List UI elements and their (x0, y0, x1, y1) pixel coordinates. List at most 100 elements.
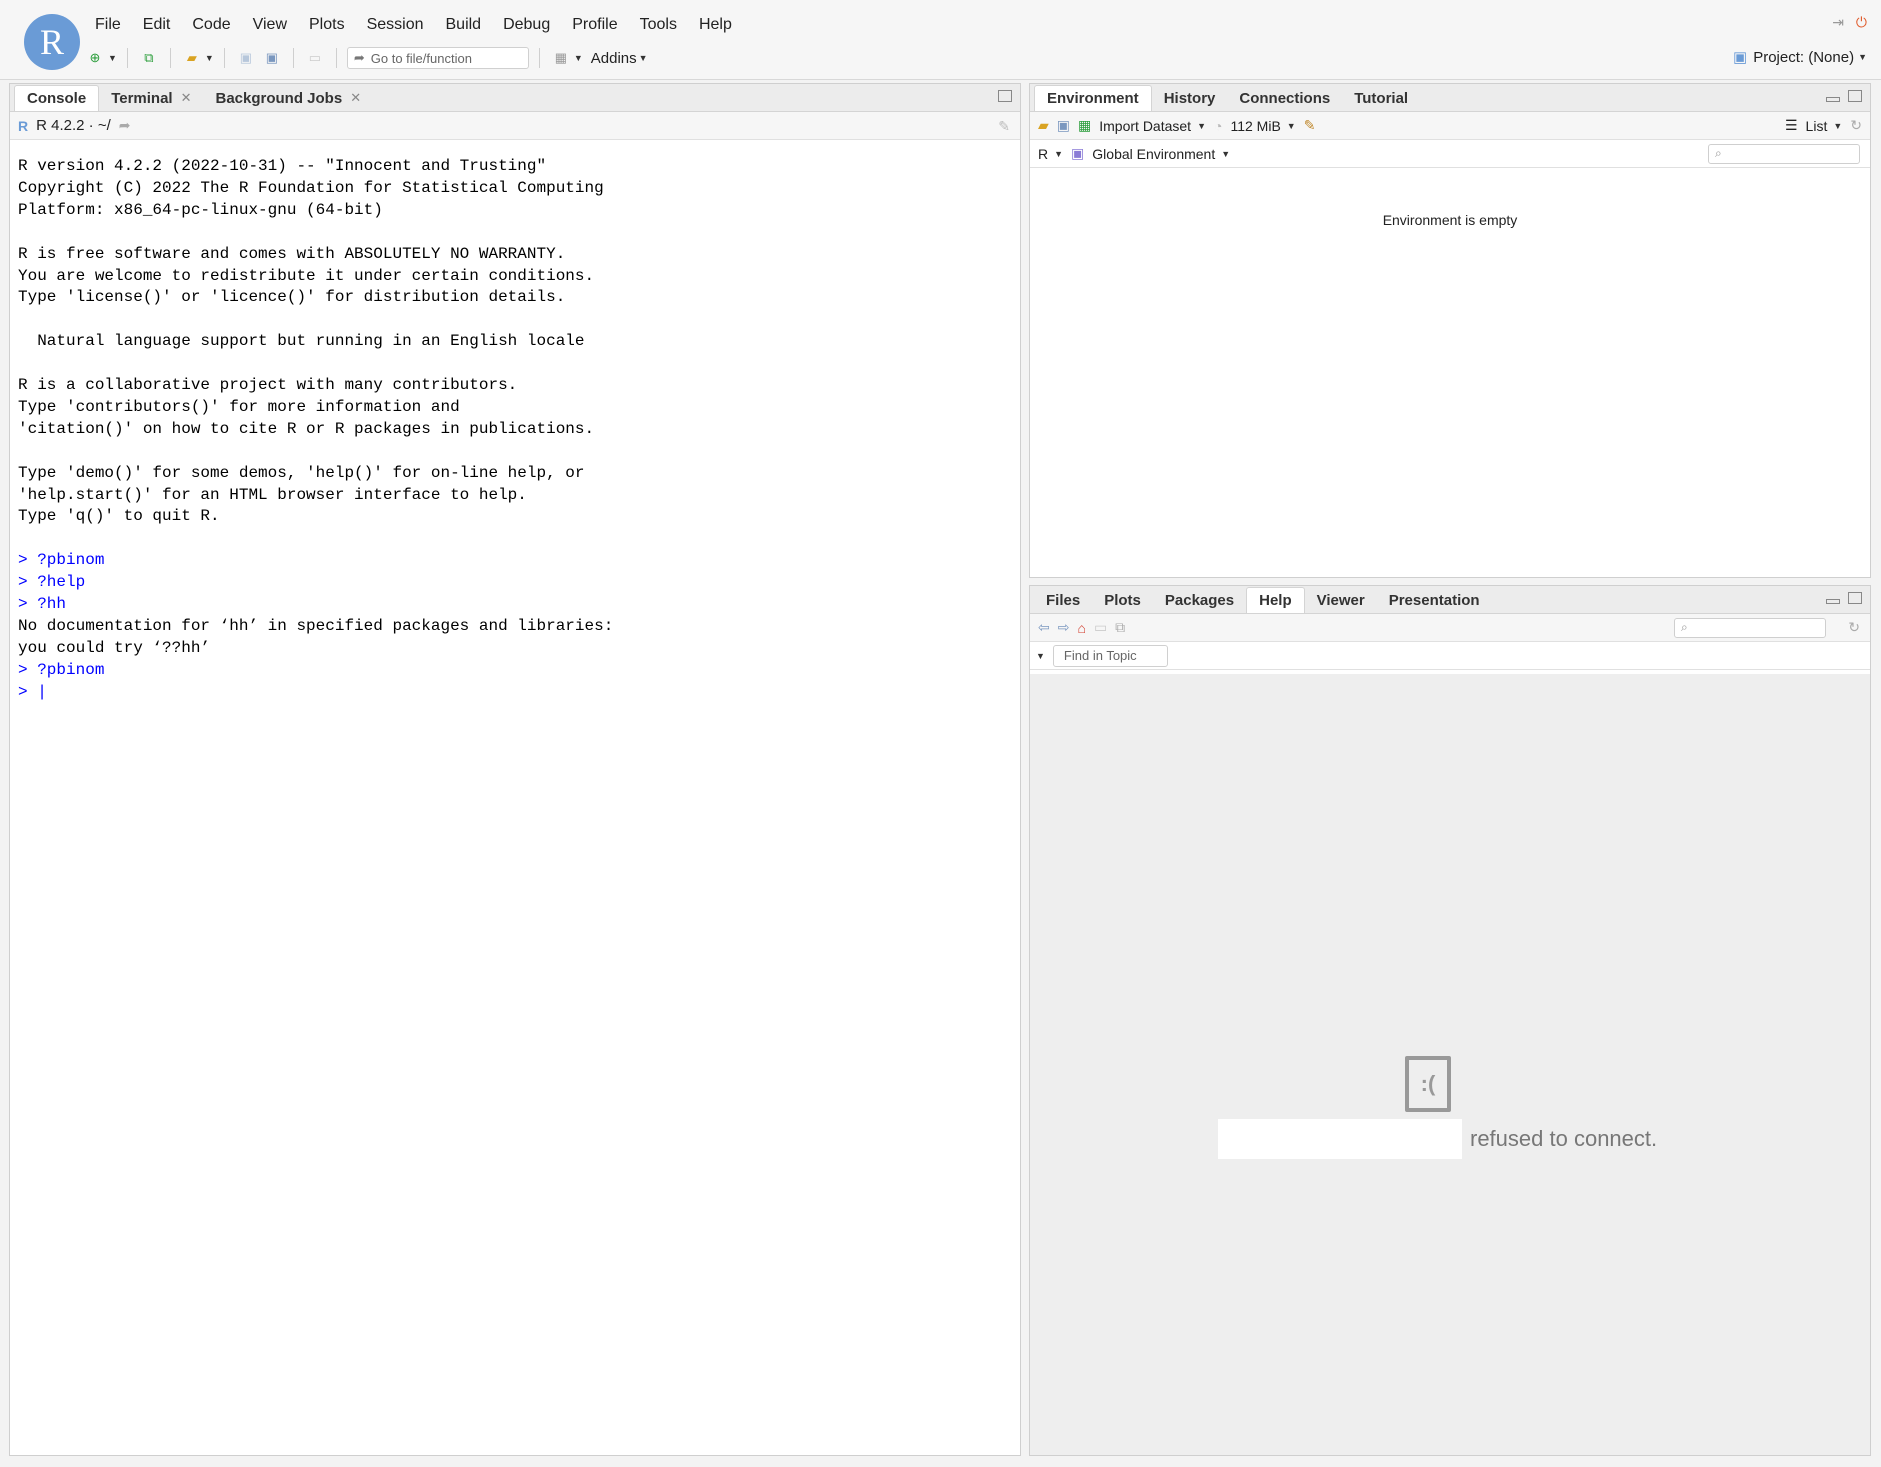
tab-environment[interactable]: Environment (1034, 85, 1152, 111)
goto-file-input[interactable]: ➦ Go to file/function (346, 47, 529, 69)
console-output-line: Type 'q()' to quit R. (18, 507, 220, 526)
menu-item-profile[interactable]: Profile (561, 14, 628, 36)
console-output-line: R is a collaborative project with many c… (18, 376, 518, 395)
menu-item-file[interactable]: File (84, 14, 132, 36)
tab-history[interactable]: History (1152, 85, 1228, 111)
project-menu[interactable]: ▣ Project: (None) ▼ (1733, 48, 1867, 67)
menu-item-edit[interactable]: Edit (132, 14, 182, 36)
tab-terminal[interactable]: Terminal ✕ (99, 85, 203, 111)
environment-toolbar: ▰ ▣ ▦ Import Dataset ▼ ◔ 112 MiB ▼ ✎ ☰ Lis… (1030, 112, 1870, 140)
menu-item-help[interactable]: Help (688, 14, 743, 36)
forward-arrow-icon[interactable]: ⇨ (1058, 619, 1070, 636)
save-icon[interactable]: ▣ (235, 48, 257, 68)
console-output-line: 'help.start()' for an HTML browser inter… (18, 485, 527, 504)
help-pane: Files Plots Packages Help Viewer Present… (1029, 585, 1871, 1456)
view-mode-select[interactable]: List (1806, 118, 1828, 134)
memory-usage[interactable]: 112 MiB (1230, 118, 1280, 134)
print-icon[interactable]: ▭ (1094, 619, 1107, 636)
import-dataset-button[interactable]: Import Dataset (1099, 118, 1191, 134)
environment-search-input[interactable]: ⌕ (1708, 143, 1860, 164)
console-pane: Console Terminal ✕ Background Jobs ✕ R R 4… (9, 83, 1021, 1456)
sad-document-icon: :( (1405, 1056, 1451, 1112)
refresh-icon[interactable]: ↻ (1848, 619, 1860, 636)
console-output-line: 'citation()' on how to cite R or R packa… (18, 419, 595, 438)
chevron-down-icon[interactable]: ▼ (1221, 149, 1230, 159)
tab-viewer[interactable]: Viewer (1305, 587, 1377, 613)
chevron-down-icon[interactable]: ▼ (1197, 121, 1206, 131)
menu-item-plots[interactable]: Plots (298, 14, 356, 36)
chevron-down-icon[interactable]: ▼ (1287, 121, 1296, 131)
tab-plots[interactable]: Plots (1092, 587, 1153, 613)
language-select[interactable]: R (1038, 146, 1048, 162)
menu-item-code[interactable]: Code (181, 14, 241, 36)
tab-console[interactable]: Console (14, 85, 100, 111)
restore-pane-icon[interactable] (998, 90, 1012, 102)
console-output-line: R version 4.2.2 (2022-10-31) -- "Innocen… (18, 157, 547, 175)
tab-label: Viewer (1316, 591, 1365, 609)
tab-tutorial[interactable]: Tutorial (1342, 85, 1420, 111)
console-command: > ?hh (18, 595, 67, 614)
chevron-down-icon[interactable]: ▼ (1833, 121, 1842, 131)
broom-icon[interactable]: ✎ (1304, 117, 1316, 134)
minimize-pane-icon[interactable] (1826, 97, 1840, 102)
tab-background-jobs[interactable]: Background Jobs ✕ (204, 85, 374, 111)
goto-directory-icon[interactable]: ➦ (119, 117, 131, 134)
chevron-down-icon[interactable]: ▼ (1054, 149, 1063, 159)
chevron-down-icon[interactable]: ▼ (108, 53, 117, 63)
tab-help[interactable]: Help (1246, 587, 1305, 613)
save-all-icon[interactable]: ▣ (261, 48, 283, 68)
tab-packages[interactable]: Packages (1153, 587, 1246, 613)
load-workspace-icon[interactable]: ▰ (1038, 117, 1049, 134)
menu-item-tools[interactable]: Tools (629, 14, 688, 36)
chevron-down-icon[interactable]: ▼ (1036, 651, 1045, 661)
print-icon[interactable]: ▭ (304, 48, 326, 68)
chevron-down-icon[interactable]: ▼ (205, 53, 214, 63)
find-in-topic-input[interactable]: Find in Topic (1052, 644, 1168, 667)
menu-item-view[interactable]: View (242, 14, 298, 36)
toolbar-divider (126, 48, 128, 68)
tab-files[interactable]: Files (1034, 587, 1092, 613)
pane-controls (1826, 592, 1862, 604)
menu-item-debug[interactable]: Debug (492, 14, 561, 36)
tab-label: Connections (1239, 89, 1331, 107)
close-icon[interactable]: ✕ (181, 90, 192, 106)
console-output-line: You are welcome to redistribute it under… (18, 266, 595, 285)
r-version-path: R 4.2.2 · ~/ (36, 117, 111, 134)
save-workspace-icon[interactable]: ▣ (1057, 117, 1070, 134)
maximize-pane-icon[interactable] (1848, 592, 1862, 604)
environment-scope-select[interactable]: Global Environment (1092, 146, 1215, 162)
chevron-down-icon[interactable]: ▼ (639, 53, 648, 63)
chevron-down-icon: ▼ (1858, 52, 1867, 62)
menu-item-session[interactable]: Session (356, 14, 435, 36)
help-search-input[interactable]: ⌕ (1674, 617, 1826, 638)
environment-pane: Environment History Connections Tutorial… (1029, 83, 1871, 578)
addins-menu[interactable]: Addins (591, 50, 637, 67)
clear-console-icon[interactable]: ✎ (998, 118, 1010, 135)
maximize-pane-icon[interactable] (1848, 90, 1862, 102)
r-logo-icon: R (24, 14, 80, 70)
search-icon: ⌕ (1715, 146, 1722, 160)
open-file-icon[interactable]: ▰ (181, 48, 203, 68)
console-output[interactable]: R version 4.2.2 (2022-10-31) -- "Innocen… (10, 140, 1020, 720)
signout-icon[interactable]: ⇥ (1832, 14, 1844, 31)
pane-layout-icon[interactable]: ▦ (550, 48, 572, 68)
goto-arrow-icon: ➦ (353, 50, 365, 65)
power-icon[interactable]: ⏻ (1856, 14, 1867, 31)
goto-placeholder: Go to file/function (370, 50, 472, 66)
close-icon[interactable]: ✕ (350, 90, 361, 106)
tab-connections[interactable]: Connections (1227, 85, 1342, 111)
chevron-down-icon[interactable]: ▼ (574, 53, 583, 63)
new-file-icon[interactable]: ⊕ (84, 48, 106, 68)
new-project-icon[interactable]: ⧉ (138, 48, 160, 68)
tab-presentation[interactable]: Presentation (1377, 587, 1492, 613)
toolbar-divider (292, 48, 294, 68)
popout-icon[interactable]: ⧉ (1115, 619, 1125, 636)
back-arrow-icon[interactable]: ⇦ (1038, 619, 1050, 636)
refresh-icon[interactable]: ↻ (1850, 117, 1862, 134)
console-status-bar: R R 4.2.2 · ~/ ➦ ✎ (10, 112, 1020, 140)
minimize-pane-icon[interactable] (1826, 599, 1840, 604)
menu-item-build[interactable]: Build (435, 14, 493, 36)
home-icon[interactable]: ⌂ (1077, 620, 1085, 636)
